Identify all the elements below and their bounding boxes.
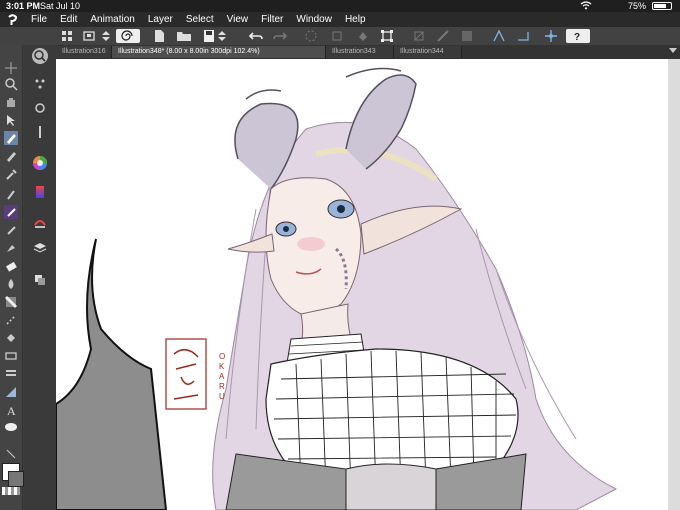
canvas-scrollbar[interactable] — [668, 59, 680, 510]
artist-stamp: OKARU — [165, 338, 225, 410]
menu-animation[interactable]: Animation — [90, 14, 134, 25]
spin-arrows-icon[interactable] — [216, 29, 228, 43]
layer-icon[interactable] — [33, 241, 47, 255]
tab-illustration343[interactable]: Illustration343 — [326, 46, 394, 58]
open-folder-icon[interactable] — [176, 29, 192, 43]
tool-palette-wide — [24, 45, 56, 510]
help-button[interactable]: ? — [566, 29, 590, 43]
ruler-tool-icon[interactable] — [4, 367, 18, 381]
perspective-ruler-icon[interactable] — [492, 29, 508, 43]
blend-icon[interactable] — [4, 277, 18, 291]
pen-tool-icon[interactable] — [4, 131, 18, 145]
drawing-canvas[interactable]: OKARU — [56, 59, 668, 510]
text-tool-icon[interactable]: A — [4, 403, 18, 418]
document-tabs: Illustration316 Illustration348* (8.00 x… — [56, 45, 680, 59]
new-document-icon[interactable] — [152, 29, 168, 43]
tab-illustration316[interactable]: Illustration316 — [56, 46, 112, 58]
color-wheel-icon[interactable] — [32, 155, 48, 171]
transparent-color-icon[interactable] — [2, 487, 20, 495]
tab-illustration344[interactable]: Illustration344 — [394, 46, 462, 58]
menu-filter[interactable]: Filter — [261, 14, 283, 25]
save-screen-icon[interactable] — [82, 29, 98, 43]
redo-icon[interactable] — [272, 29, 288, 43]
menu-items: File Edit Animation Layer Select View Filter Wi… — [31, 14, 379, 25]
tool-palette-narrow: A — [0, 45, 24, 510]
snap-grid-icon[interactable] — [544, 29, 560, 43]
signature-text: OKARU — [219, 352, 225, 401]
crop-icon[interactable] — [330, 29, 346, 43]
menu-select[interactable]: Select — [186, 14, 214, 25]
tab-illustration348[interactable]: Illustration348* (8.00 x 8.00in 300dpi 1… — [112, 46, 326, 58]
sub-tool-icon[interactable] — [33, 77, 47, 91]
spin-arrows-icon[interactable] — [100, 29, 112, 43]
tabs-dropdown-icon[interactable] — [669, 48, 677, 53]
battery-icon — [652, 2, 672, 10]
palette-zoom-icon[interactable] — [31, 47, 49, 65]
gradient-icon[interactable] — [4, 295, 18, 309]
menu-window[interactable]: Window — [296, 14, 332, 25]
menu-view[interactable]: View — [227, 14, 249, 25]
fill-bucket-icon[interactable] — [4, 331, 18, 345]
battery-level — [654, 4, 666, 8]
ink-icon[interactable] — [4, 187, 18, 201]
status-bar: 3:01 PM Sat Jul 10 75% — [0, 0, 680, 12]
layer-property-icon[interactable] — [33, 273, 47, 287]
deselect-icon[interactable] — [304, 29, 320, 43]
select-arrow-icon[interactable] — [4, 113, 18, 127]
battery-percent: 75% — [627, 1, 646, 11]
status-date: Sat Jul 10 — [40, 1, 81, 11]
eyedropper-icon[interactable] — [4, 167, 18, 181]
hand-icon[interactable] — [4, 95, 18, 109]
tool-property-icon[interactable] — [33, 101, 47, 115]
question-icon: ? — [574, 32, 580, 43]
decoration-icon[interactable] — [4, 241, 18, 255]
color-swap-icon[interactable] — [4, 447, 18, 461]
airbrush-icon[interactable] — [4, 223, 18, 237]
color-set-icon[interactable] — [33, 215, 47, 229]
move-layer-icon[interactable] — [4, 61, 18, 75]
frame-border-icon[interactable] — [4, 349, 18, 363]
illustration-artwork: OKARU — [56, 67, 618, 510]
undo-icon[interactable] — [248, 29, 264, 43]
menu-help[interactable]: Help — [345, 14, 366, 25]
balloon-icon[interactable] — [4, 421, 18, 435]
tool-palette: A — [0, 45, 56, 510]
brush-size-icon[interactable] — [33, 125, 47, 139]
layer-mask-icon[interactable] — [460, 29, 476, 43]
eraser-icon[interactable] — [4, 259, 18, 273]
wifi-icon — [580, 1, 592, 12]
transform-icon[interactable] — [380, 29, 396, 43]
clear-icon[interactable] — [412, 29, 428, 43]
brush-icon[interactable] — [4, 205, 18, 219]
menu-file[interactable]: File — [31, 14, 47, 25]
status-time: 3:01 PM — [6, 1, 41, 11]
sub-color-swatch[interactable] — [8, 471, 24, 487]
menu-layer[interactable]: Layer — [148, 14, 173, 25]
menu-bar: File Edit Animation Layer Select View Filter Wi… — [0, 12, 680, 27]
figure-icon[interactable] — [4, 313, 18, 327]
spiral-button[interactable] — [116, 29, 140, 43]
app-logo-icon[interactable] — [6, 13, 19, 26]
svg-text:A: A — [7, 404, 16, 417]
operation-icon[interactable] — [4, 385, 18, 399]
color-slider-icon[interactable] — [33, 185, 47, 199]
layout-icon[interactable] — [60, 29, 76, 43]
menu-edit[interactable]: Edit — [60, 14, 77, 25]
zoom-icon[interactable] — [4, 77, 18, 91]
pencil-icon[interactable] — [4, 149, 18, 163]
fill-icon[interactable] — [356, 29, 372, 43]
ruler-icon[interactable] — [436, 29, 452, 43]
snap-ruler-icon[interactable] — [516, 29, 532, 43]
svg-text:?: ? — [574, 32, 580, 43]
command-bar: ? — [0, 27, 680, 46]
